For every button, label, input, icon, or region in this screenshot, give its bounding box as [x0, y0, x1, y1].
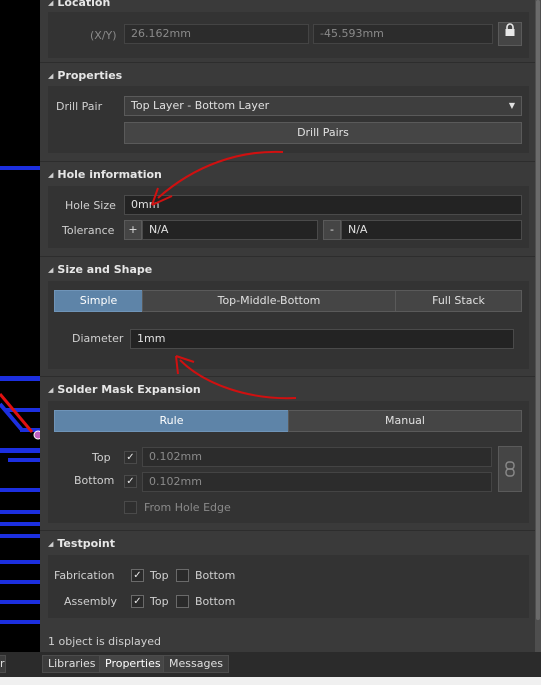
tolerance-minus-sign: -: [323, 220, 341, 240]
tolerance-minus-input[interactable]: N/A: [341, 220, 522, 240]
mode-simple-button[interactable]: Simple: [54, 290, 143, 312]
link-button[interactable]: [498, 446, 522, 492]
fabrication-bottom-checkbox[interactable]: [176, 569, 189, 582]
section-header-hole-information[interactable]: ◢ Hole information: [48, 168, 162, 181]
hole-size-label: Hole Size: [65, 199, 116, 212]
xy-label: (X/Y): [90, 29, 117, 42]
mask-bottom-checkbox[interactable]: ✓: [124, 475, 137, 488]
assembly-bottom-checkbox[interactable]: [176, 595, 189, 608]
tolerance-plus-sign: +: [124, 220, 142, 240]
status-text: 1 object is displayed: [48, 635, 161, 648]
drill-pair-label: Drill Pair: [56, 100, 103, 113]
tab-properties[interactable]: Properties: [99, 655, 167, 673]
collapse-triangle-icon: ◢: [48, 540, 54, 548]
section-header-location[interactable]: ◢ Location: [48, 0, 110, 9]
fabrication-label: Fabrication: [54, 569, 115, 582]
section-header-testpoint[interactable]: ◢ Testpoint: [48, 537, 115, 550]
from-hole-edge-label: From Hole Edge: [144, 501, 231, 514]
testpoint-section: [48, 555, 529, 618]
pcb-diagonal-traces: [0, 393, 40, 440]
pcb-trace: [0, 560, 40, 564]
mask-top-label: Top: [92, 451, 111, 464]
pcb-trace: [0, 534, 40, 538]
pcb-trace: [0, 166, 40, 170]
pcb-trace: [0, 620, 40, 624]
pcb-trace: [0, 488, 40, 492]
fabrication-top-checkbox[interactable]: ✓: [131, 569, 144, 582]
pcb-canvas[interactable]: [0, 0, 40, 655]
lock-button[interactable]: [498, 22, 522, 46]
fabrication-top-label: Top: [150, 569, 169, 582]
diameter-label: Diameter: [72, 332, 124, 345]
pcb-trace: [8, 458, 40, 462]
pcb-trace: [0, 522, 40, 526]
pcb-trace: [0, 600, 40, 604]
hole-size-input[interactable]: 0mm: [124, 195, 522, 215]
status-bar: 1 object is displayed: [40, 632, 535, 652]
pcb-trace: [0, 580, 40, 584]
tolerance-label: Tolerance: [62, 224, 115, 237]
x-field[interactable]: 26.162mm: [124, 24, 309, 44]
pcb-trace: [0, 376, 40, 381]
tab-libraries[interactable]: Libraries: [42, 655, 102, 673]
assembly-top-label: Top: [150, 595, 169, 608]
collapse-triangle-icon: ◢: [48, 171, 54, 179]
drill-pair-value: Top Layer - Bottom Layer: [131, 99, 270, 112]
section-header-solder-mask-expansion[interactable]: ◢ Solder Mask Expansion: [48, 383, 201, 396]
mask-top-checkbox[interactable]: ✓: [124, 451, 137, 464]
collapse-triangle-icon: ◢: [48, 72, 54, 80]
section-header-size-and-shape[interactable]: ◢ Size and Shape: [48, 263, 152, 276]
assembly-label: Assembly: [64, 595, 118, 608]
tab-messages[interactable]: Messages: [163, 655, 229, 673]
pcb-trace: [0, 510, 40, 514]
mode-full-stack-button[interactable]: Full Stack: [395, 290, 522, 312]
assembly-top-checkbox[interactable]: ✓: [131, 595, 144, 608]
mask-top-input[interactable]: 0.102mm: [142, 447, 492, 467]
collapse-triangle-icon: ◢: [48, 386, 54, 394]
collapse-triangle-icon: ◢: [48, 266, 54, 274]
panel-scrollbar-thumb[interactable]: [536, 0, 540, 620]
section-header-properties[interactable]: ◢ Properties: [48, 69, 122, 82]
y-field[interactable]: -45.593mm: [313, 24, 493, 44]
fabrication-bottom-label: Bottom: [195, 569, 236, 582]
assembly-bottom-label: Bottom: [195, 595, 236, 608]
from-hole-edge-checkbox[interactable]: [124, 501, 137, 514]
mask-bottom-input[interactable]: 0.102mm: [142, 472, 492, 492]
link-icon: [505, 461, 515, 477]
tolerance-plus-input[interactable]: N/A: [142, 220, 318, 240]
window-bottom-strip: [0, 677, 541, 685]
properties-panel: ◢ Location (X/Y) 26.162mm -45.593mm ◢ Prop…: [40, 0, 535, 655]
mask-manual-button[interactable]: Manual: [288, 410, 522, 432]
mask-rule-button[interactable]: Rule: [54, 410, 289, 432]
chevron-down-icon: ▼: [508, 101, 515, 110]
mode-top-middle-bottom-button[interactable]: Top-Middle-Bottom: [142, 290, 396, 312]
collapse-triangle-icon: ◢: [48, 0, 54, 7]
lock-icon: [505, 23, 515, 36]
drill-pair-select[interactable]: Top Layer - Bottom Layer ▼: [124, 96, 522, 116]
drill-pairs-button[interactable]: Drill Pairs: [124, 122, 522, 144]
mask-bottom-label: Bottom: [74, 474, 115, 487]
diameter-input[interactable]: 1mm: [130, 329, 514, 349]
tab-partial[interactable]: r: [0, 655, 6, 673]
